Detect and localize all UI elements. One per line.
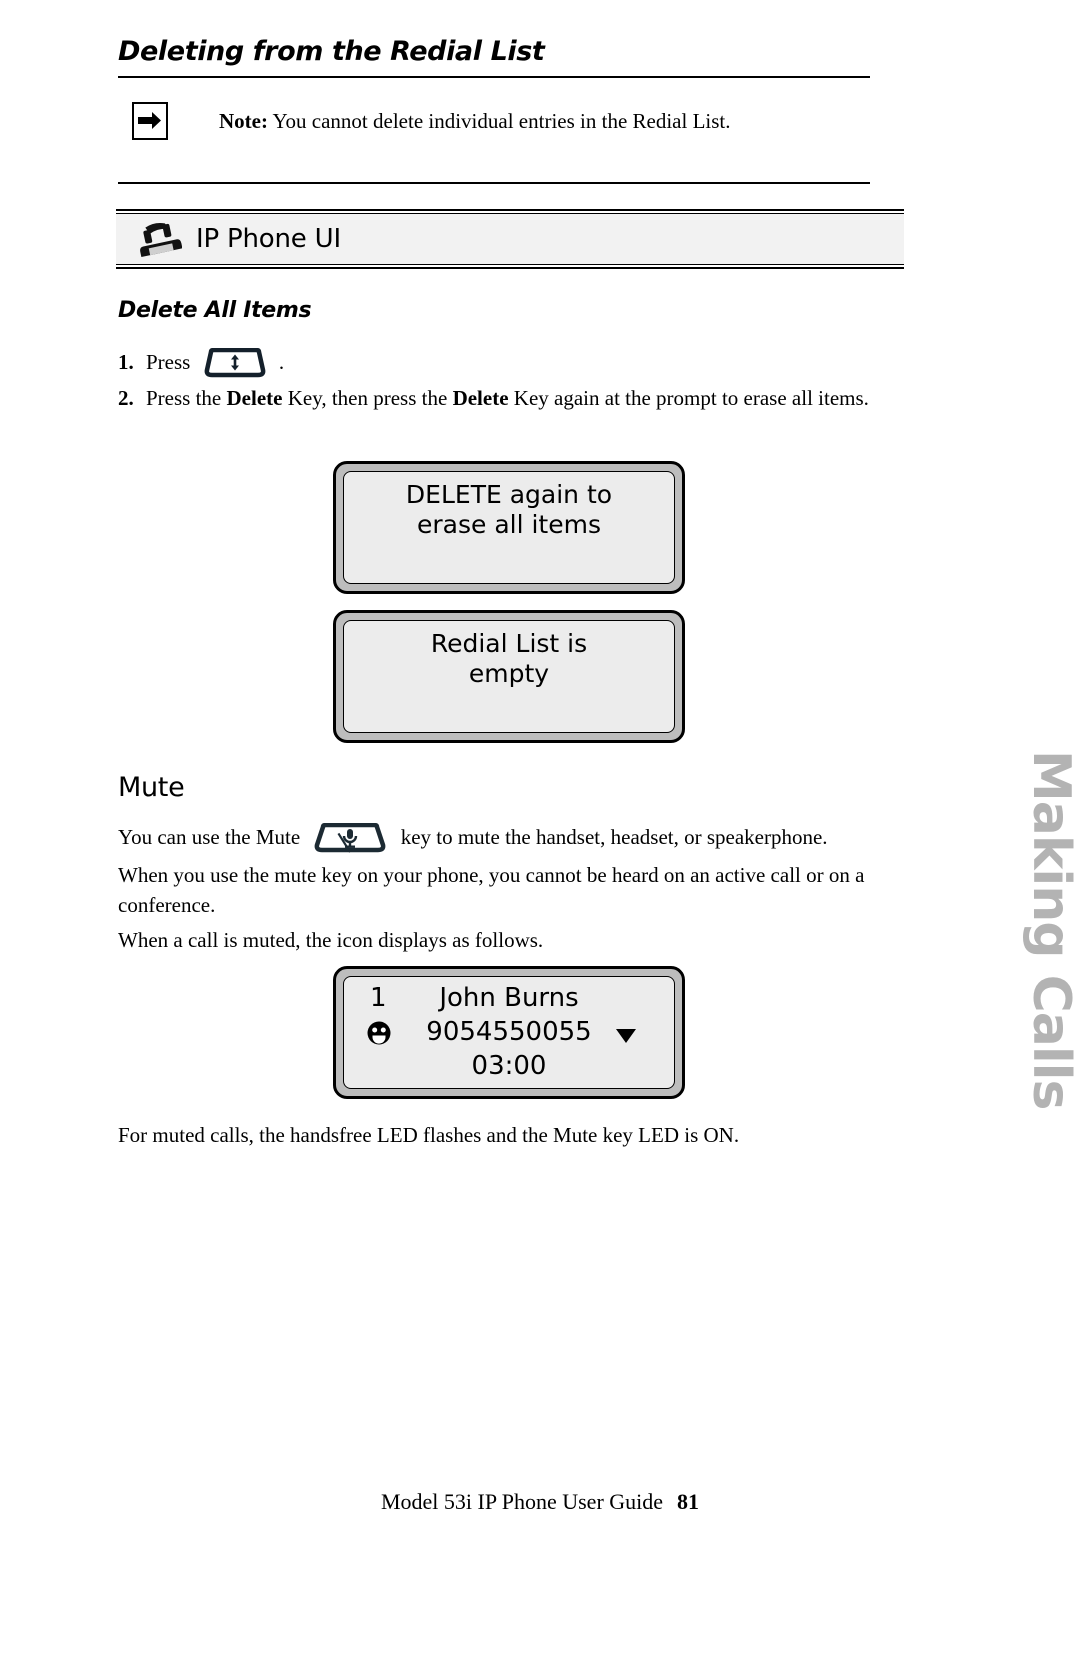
mute-paragraph-4: For muted calls, the handsfree LED flash… [118,1123,740,1147]
section-heading-mute: Mute [118,772,185,803]
header-divider [118,76,870,78]
step-segment-bold: Delete [226,386,283,410]
lcd-screen-redial-empty: Redial List is empty [333,610,685,743]
step-segment: Key again at the prompt to erase all ite… [508,386,869,410]
lcd-screen-content: Redial List is empty [343,620,675,733]
banner-rule-bottom [116,267,904,269]
call-duration: 03:00 [471,1051,547,1081]
mute-paragraph-1: You can use the Mute key to mute the han… [118,822,890,853]
footer-text: Model 53i IP Phone User Guide [380,1489,664,1514]
step-list: 1. Press . 2. Press the Delete Key, then… [118,348,888,419]
step-segment: Press the [146,386,227,410]
page-title: Deleting from the Redial List [118,36,545,67]
note-divider [118,182,870,184]
lcd-screen-muted-call: 1 John Burns 9054550055 03:00 [333,966,685,1099]
step-segment-bold: Delete [452,386,509,410]
mute-paragraph-1-before: You can use the Mute [118,825,301,849]
chapter-side-tab: Making Calls [1021,750,1080,1110]
document-page: Deleting from the Redial List Note: You … [0,0,1080,1669]
note-text: Note: You cannot delete individual entri… [219,108,731,134]
mute-key-icon[interactable] [311,823,389,853]
mute-paragraph-3: When a call is muted, the icon displays … [118,928,544,952]
redial-key-icon[interactable] [202,348,268,378]
note-label: Note: [219,109,268,133]
page-number: 81 [677,1489,700,1514]
call-number-row: 9054550055 [344,1017,674,1051]
down-triangle-icon[interactable] [614,1023,638,1053]
desk-phone-icon [136,219,183,259]
arrow-right-icon [132,102,168,140]
step-text: Press the Delete Key, then press the Del… [146,384,888,413]
footer: Model 53i IP Phone User Guide 81 [0,1489,1080,1515]
step-number: 2. [118,386,134,410]
ip-phone-ui-banner: IP Phone UI [116,209,904,269]
caller-name: John Burns [439,983,579,1013]
step-segment: Key, then press the [282,386,453,410]
step-text-after: . [278,350,285,374]
step-text-before: Press [146,350,191,374]
call-line-row: 1 John Burns [344,983,674,1017]
lcd-screen-content: 1 John Burns 9054550055 03:00 [343,976,675,1089]
lcd-screen-delete-confirm: DELETE again to erase all items [333,461,685,594]
banner-body: IP Phone UI [116,213,904,265]
mute-paragraph-1-after: key to mute the handset, headset, or spe… [400,825,828,849]
note-body: You cannot delete individual entries in … [272,109,731,133]
list-item: 1. Press . [118,348,888,378]
lcd-line-1: Redial List is [430,629,588,658]
note-block: Note: You cannot delete individual entri… [118,100,878,162]
step-number: 1. [118,350,134,374]
banner-label: IP Phone UI [196,224,341,254]
step-text: Press . [146,348,888,378]
list-item: 2. Press the Delete Key, then press the … [118,384,888,413]
banner-rule-top [116,209,904,211]
mute-paragraph-2: When you use the mute key on your phone,… [118,863,865,917]
lcd-line-2: empty [468,659,550,688]
lcd-line-2: erase all items [417,510,601,539]
lcd-screen-content: DELETE again to erase all items [343,471,675,584]
lcd-line-1: DELETE again to [405,480,613,509]
subsection-heading-delete-all-items: Delete All Items [118,298,312,323]
